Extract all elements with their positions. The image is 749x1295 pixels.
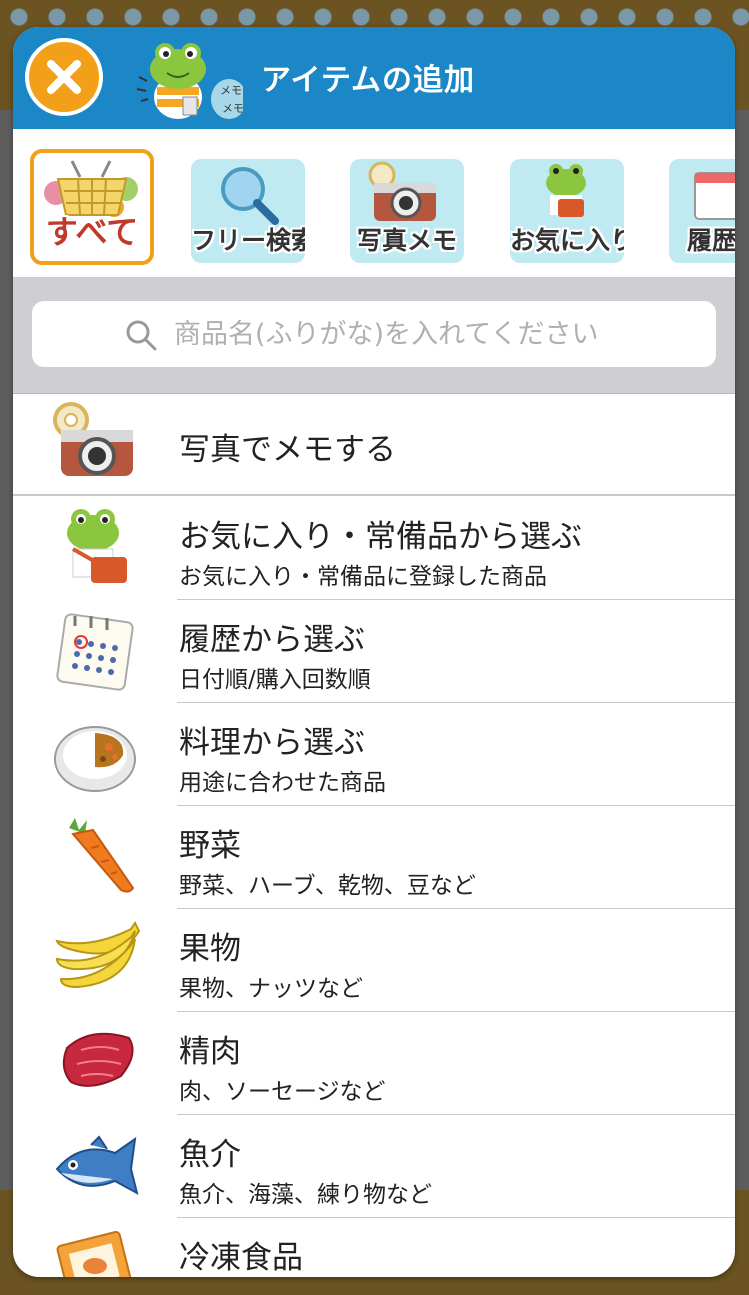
list-item-subtitle: 肉、ソーセージなど xyxy=(179,1079,386,1105)
category-tabs: すべて フリー検索 写真メモ お気に入り 履歴 xyxy=(13,129,735,370)
curry-icon xyxy=(54,726,136,792)
frog-icon xyxy=(67,509,127,583)
list-item-title: お気に入り・常備品から選ぶ xyxy=(179,519,582,555)
category-list: お気に入り・常備品から選ぶ お気に入り・常備品に登録した商品 履歴から選ぶ 日付… xyxy=(13,497,735,1277)
list-item-subtitle: 野菜、ハーブ、乾物、豆など xyxy=(179,873,476,899)
tab-label: すべて xyxy=(45,213,139,251)
search-input[interactable] xyxy=(172,311,696,357)
list-item-title: 魚介 xyxy=(179,1137,241,1173)
tab-label: お気に入り xyxy=(510,226,624,255)
list-item-title: 果物 xyxy=(179,931,241,967)
list-item-subtitle: 日付順/購入回数順 xyxy=(179,667,371,693)
list-item-subtitle: 果物、ナッツなど xyxy=(179,976,363,1002)
modal-title: アイテムの追加 xyxy=(261,63,475,98)
search-box[interactable] xyxy=(32,301,716,367)
list-item-title: 冷凍食品 xyxy=(179,1240,303,1276)
tab-photo-memo[interactable]: 写真メモ xyxy=(350,159,464,263)
list-item-frozen-food[interactable]: 冷凍食品 xyxy=(13,1218,735,1277)
modal-header: メモ メモ アイテムの追加 xyxy=(13,27,735,129)
close-button[interactable] xyxy=(25,38,103,116)
list-item-vegetables[interactable]: 野菜 野菜、ハーブ、乾物、豆など xyxy=(13,806,735,909)
list-item-seafood[interactable]: 魚介 魚介、海藻、練り物など xyxy=(13,1115,735,1218)
photo-memo-row[interactable]: 写真でメモする xyxy=(13,394,735,496)
add-item-modal: メモ メモ アイテムの追加 すべて フリー検索 写真メモ お気に入り 履歴 商品… xyxy=(13,27,735,1277)
list-item-fruits[interactable]: 果物 果物、ナッツなど xyxy=(13,909,735,1012)
list-item-meat[interactable]: 精肉 肉、ソーセージなど xyxy=(13,1012,735,1115)
list-item-title: 料理から選ぶ xyxy=(179,725,365,761)
list-item-title: 履歴から選ぶ xyxy=(179,622,365,658)
list-item-favorites[interactable]: お気に入り・常備品から選ぶ お気に入り・常備品に登録した商品 xyxy=(13,497,735,600)
photo-memo-label: 写真でメモする xyxy=(179,432,396,468)
meat-icon xyxy=(62,1032,134,1087)
frog-mascot-icon: メモ メモ xyxy=(136,43,243,119)
close-icon xyxy=(47,60,81,94)
calendar-icon xyxy=(56,613,134,691)
tab-label: フリー検索 xyxy=(191,226,305,255)
carrot-icon xyxy=(69,818,135,893)
fish-icon xyxy=(55,1135,139,1195)
list-item-history[interactable]: 履歴から選ぶ 日付順/購入回数順 xyxy=(13,600,735,703)
tab-favorites[interactable]: お気に入り xyxy=(510,159,624,263)
tab-label: 写真メモ xyxy=(356,226,457,255)
search-area xyxy=(13,277,735,394)
tab-history[interactable]: 履歴 xyxy=(669,159,735,263)
tab-free-search[interactable]: フリー検索 xyxy=(191,159,305,263)
camera-icon xyxy=(53,402,133,476)
tab-all[interactable]: すべて xyxy=(30,149,154,265)
search-icon xyxy=(126,320,157,351)
list-item-title: 精肉 xyxy=(179,1034,241,1070)
memo-text-1: メモ xyxy=(220,84,242,97)
list-item-subtitle: お気に入り・常備品に登録した商品 xyxy=(179,564,547,590)
frozen-food-icon xyxy=(56,1230,134,1277)
banana-icon xyxy=(55,921,141,989)
memo-text-2: メモ xyxy=(222,102,243,115)
tab-label: 履歴 xyxy=(687,226,735,255)
list-item-dishes[interactable]: 料理から選ぶ 用途に合わせた商品 xyxy=(13,703,735,806)
list-item-title: 野菜 xyxy=(179,828,241,864)
list-item-subtitle: 魚介、海藻、練り物など xyxy=(179,1182,432,1208)
list-item-subtitle: 用途に合わせた商品 xyxy=(179,770,386,796)
